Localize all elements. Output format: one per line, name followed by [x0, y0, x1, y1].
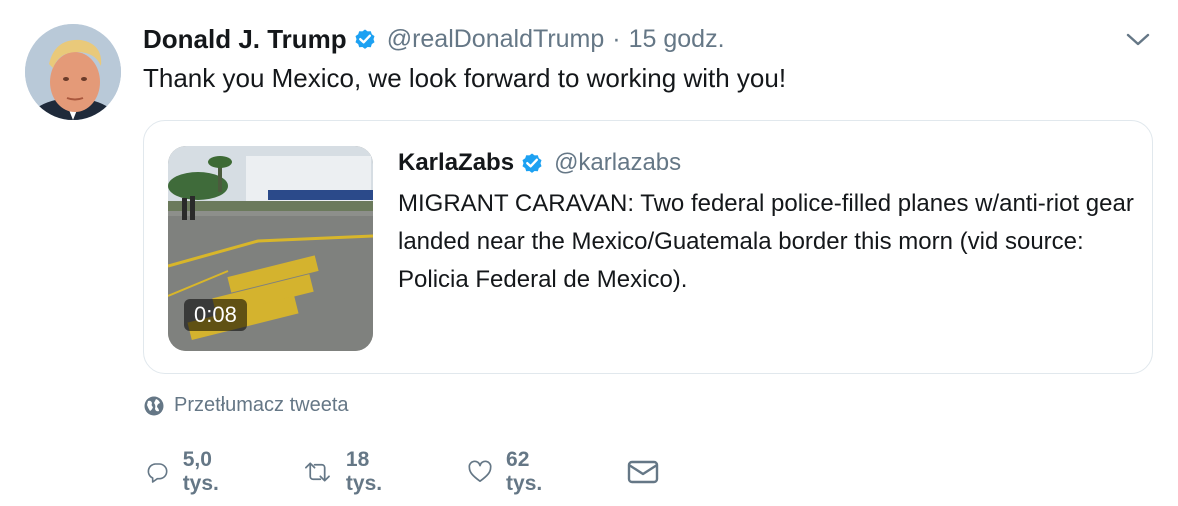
- author-handle[interactable]: @realDonaldTrump: [387, 25, 605, 54]
- retweet-count: 18 tys.: [345, 448, 383, 495]
- tweet: Donald J. Trump @realDonaldTrump · 15 go…: [0, 0, 1178, 506]
- quoted-tweet-text: MIGRANT CARAVAN: Two federal police-fill…: [398, 190, 1134, 293]
- heart-icon: [468, 460, 492, 483]
- globe-icon: [144, 396, 164, 415]
- envelope-icon: [627, 460, 659, 484]
- reply-icon: [147, 463, 168, 483]
- avatar[interactable]: [25, 24, 121, 120]
- timestamp[interactable]: 15 godz.: [629, 25, 725, 54]
- video-duration: 0:08: [184, 299, 247, 331]
- author-name[interactable]: Donald J. Trump: [143, 24, 347, 55]
- direct-message-button[interactable]: [626, 452, 660, 492]
- tweet-header: Donald J. Trump @realDonaldTrump · 15 go…: [143, 22, 725, 56]
- translate-label: Przetłumacz tweeta: [174, 394, 349, 416]
- quoted-header: KarlaZabs @karlazabs: [398, 149, 681, 177]
- verified-badge-icon: [522, 153, 542, 173]
- like-count: 62 tys.: [506, 448, 543, 495]
- quoted-author-handle: @karlazabs: [554, 149, 682, 176]
- reply-count: 5,0 tys.: [182, 448, 219, 495]
- verified-badge-icon: [355, 29, 375, 49]
- quoted-author-name: KarlaZabs: [398, 149, 515, 176]
- reply-button[interactable]: 5,0 tys.: [146, 448, 230, 495]
- like-button[interactable]: 62 tys.: [468, 448, 552, 495]
- retweet-button[interactable]: 18 tys.: [303, 448, 393, 495]
- retweet-icon: [305, 462, 330, 482]
- tweet-text: Thank you Mexico, we look forward to wor…: [143, 63, 787, 93]
- translate-tweet-link[interactable]: Przetłumacz tweeta: [143, 394, 349, 417]
- video-thumbnail[interactable]: 0:08: [168, 146, 373, 351]
- separator: ·: [612, 24, 621, 53]
- quoted-tweet-card[interactable]: 0:08 KarlaZabs @karlazabs MIGRANT CARAVA…: [143, 120, 1153, 374]
- chevron-down-icon[interactable]: [1125, 32, 1151, 48]
- avatar-image: [25, 24, 121, 120]
